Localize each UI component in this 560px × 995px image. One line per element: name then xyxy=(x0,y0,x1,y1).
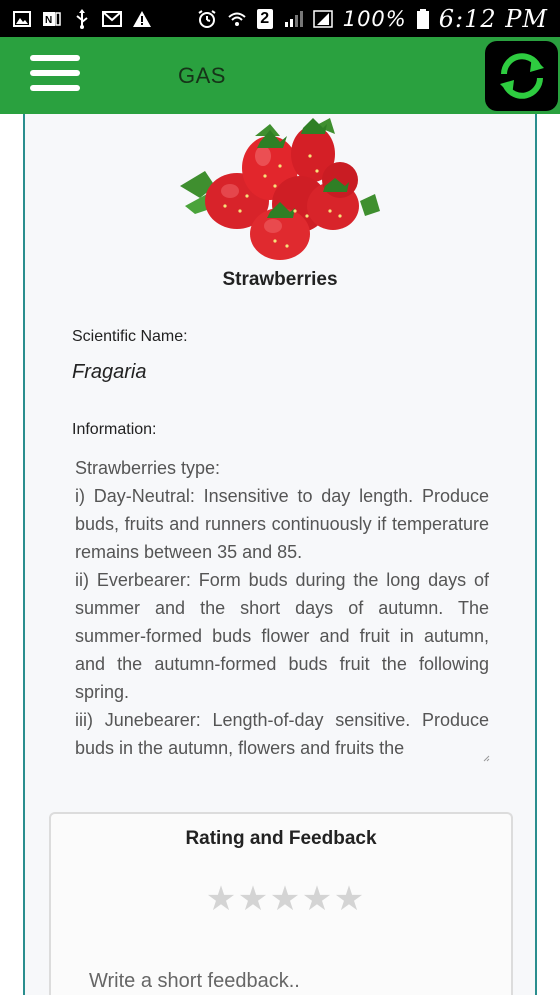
refresh-button[interactable] xyxy=(485,41,558,111)
sim-slot-number: 2 xyxy=(260,9,270,27)
star-icon[interactable]: ★ xyxy=(301,880,333,918)
menu-button[interactable] xyxy=(30,55,80,91)
status-right-icons: 2 100% 6:12 PM xyxy=(197,5,548,33)
rating-title: Rating and Feedback xyxy=(185,828,377,849)
star-icon[interactable]: ★ xyxy=(205,880,237,918)
menu-icon-bar xyxy=(30,85,80,91)
app-title: GAS xyxy=(178,63,226,88)
fruit-detail-card: Strawberries Scientific Name: Fragaria I… xyxy=(23,114,537,995)
signal-icon xyxy=(283,10,303,28)
onenote-icon: N xyxy=(42,10,62,28)
usb-icon xyxy=(72,8,92,29)
star-icon[interactable]: ★ xyxy=(333,880,365,918)
feedback-input[interactable] xyxy=(89,966,489,995)
scientific-name-value: Fragaria xyxy=(72,361,147,383)
sim-slot-badge: 2 xyxy=(256,8,273,29)
status-bar: N 2 100% 6:12 PM xyxy=(0,0,560,37)
wifi-icon xyxy=(227,10,247,28)
star-icon[interactable]: ★ xyxy=(269,880,301,918)
rating-feedback-box: Rating and Feedback ★ ★ ★ ★ ★ xyxy=(49,812,513,995)
svg-text:N: N xyxy=(45,15,52,26)
image-icon xyxy=(12,10,32,28)
alarm-icon xyxy=(197,9,217,28)
information-label: Information: xyxy=(72,421,157,438)
fruit-name: Strawberries xyxy=(222,269,338,290)
battery-percent: 100% xyxy=(342,6,407,31)
status-left-icons: N xyxy=(12,8,152,29)
star-rating[interactable]: ★ ★ ★ ★ ★ xyxy=(205,880,365,918)
gmail-icon xyxy=(102,10,122,28)
menu-icon-bar xyxy=(30,70,80,76)
strawberries-image xyxy=(180,118,380,260)
star-icon[interactable]: ★ xyxy=(237,880,269,918)
scientific-name-label: Scientific Name: xyxy=(72,328,188,345)
signal-icon xyxy=(312,9,333,28)
information-textarea[interactable]: Strawberries type: i) Day-Neutral: Insen… xyxy=(75,454,489,762)
refresh-icon xyxy=(499,53,544,99)
clock: 6:12 PM xyxy=(438,4,548,33)
menu-icon-bar xyxy=(30,55,80,61)
battery-icon xyxy=(416,8,429,29)
resize-grip-icon[interactable] xyxy=(482,754,490,762)
app-bar: GAS xyxy=(0,37,560,114)
warning-icon xyxy=(132,10,152,28)
